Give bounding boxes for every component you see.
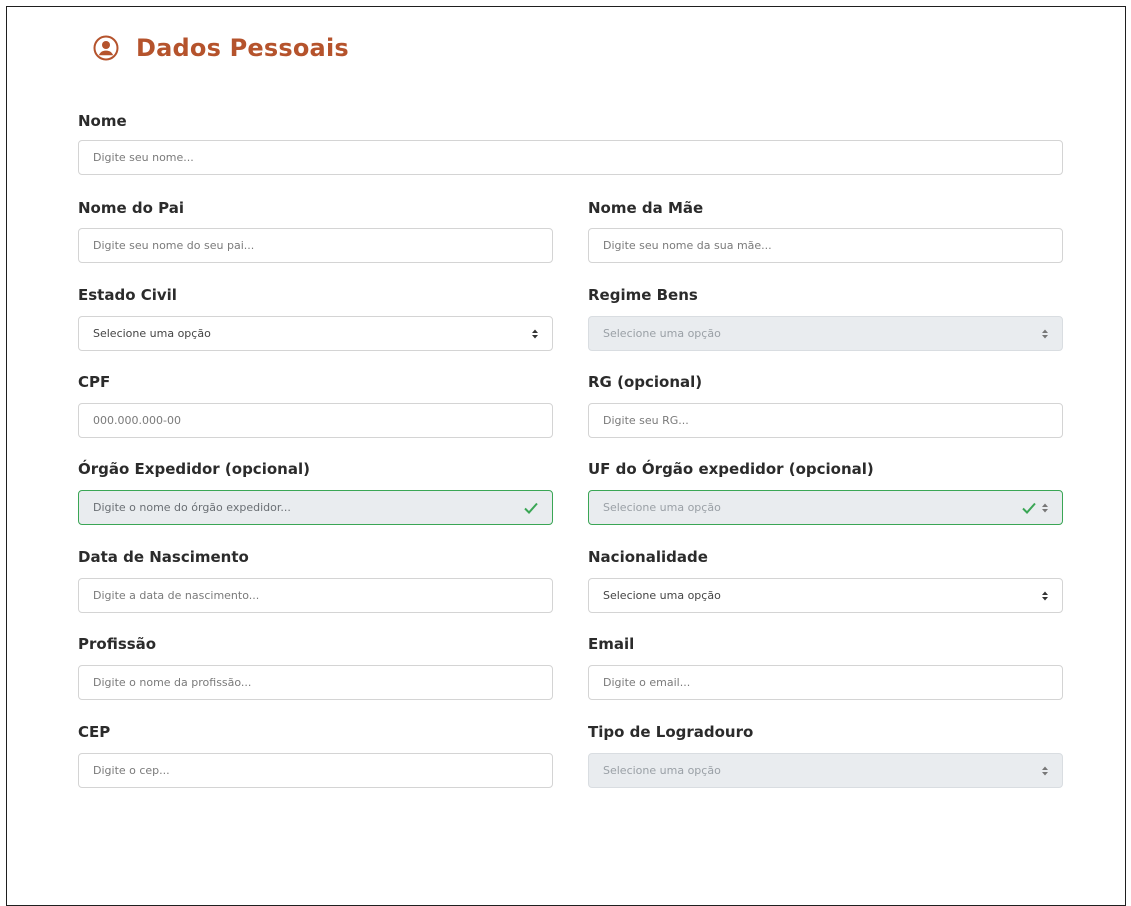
cpf-label: CPF xyxy=(78,373,111,391)
email-input[interactable]: Digite o email... xyxy=(588,665,1063,700)
cep-placeholder: Digite o cep... xyxy=(93,764,170,777)
uf-orgao-select[interactable]: Selecione uma opção xyxy=(588,490,1063,525)
nome-pai-placeholder: Digite seu nome do seu pai... xyxy=(93,239,255,252)
tipo-logradouro-label: Tipo de Logradouro xyxy=(588,723,754,741)
select-caret-icon xyxy=(532,329,538,339)
nome-label: Nome xyxy=(78,112,127,130)
rg-input[interactable]: Digite seu RG... xyxy=(588,403,1063,438)
cep-input[interactable]: Digite o cep... xyxy=(78,753,553,788)
nome-mae-label: Nome da Mãe xyxy=(588,199,704,217)
profissao-placeholder: Digite o nome da profissão... xyxy=(93,676,252,689)
regime-bens-select: Selecione uma opção xyxy=(588,316,1063,351)
nome-mae-placeholder: Digite seu nome da sua mãe... xyxy=(603,239,772,252)
rg-label: RG (opcional) xyxy=(588,373,703,391)
profissao-label: Profissão xyxy=(78,635,157,653)
select-caret-icon xyxy=(1042,329,1048,339)
nome-placeholder: Digite seu nome... xyxy=(93,151,194,164)
select-caret-icon xyxy=(1042,591,1048,601)
data-nascimento-label: Data de Nascimento xyxy=(78,548,249,566)
orgao-expedidor-label: Órgão Expedidor (opcional) xyxy=(78,460,310,478)
profissao-input[interactable]: Digite o nome da profissão... xyxy=(78,665,553,700)
data-nascimento-input[interactable]: Digite a data de nascimento... xyxy=(78,578,553,613)
uf-orgao-value: Selecione uma opção xyxy=(603,501,721,514)
data-nascimento-placeholder: Digite a data de nascimento... xyxy=(93,589,260,602)
cpf-placeholder: 000.000.000-00 xyxy=(93,414,181,427)
estado-civil-label: Estado Civil xyxy=(78,286,177,304)
regime-bens-value: Selecione uma opção xyxy=(603,327,721,340)
orgao-expedidor-placeholder: Digite o nome do órgão expedidor... xyxy=(93,501,291,514)
rg-placeholder: Digite seu RG... xyxy=(603,414,689,427)
uf-orgao-label: UF do Órgão expedidor (opcional) xyxy=(588,460,874,478)
page-title: Dados Pessoais xyxy=(136,34,349,62)
email-placeholder: Digite o email... xyxy=(603,676,691,689)
select-caret-icon xyxy=(1042,766,1048,776)
nacionalidade-value: Selecione uma opção xyxy=(603,589,721,602)
cep-label: CEP xyxy=(78,723,111,741)
tipo-logradouro-select: Selecione uma opção xyxy=(588,753,1063,788)
section-header: Dados Pessoais xyxy=(93,34,349,62)
nome-pai-label: Nome do Pai xyxy=(78,199,185,217)
tipo-logradouro-value: Selecione uma opção xyxy=(603,764,721,777)
regime-bens-label: Regime Bens xyxy=(588,286,698,304)
user-circle-icon xyxy=(93,35,119,61)
orgao-expedidor-input[interactable]: Digite o nome do órgão expedidor... xyxy=(78,490,553,525)
nacionalidade-label: Nacionalidade xyxy=(588,548,708,566)
nacionalidade-select[interactable]: Selecione uma opção xyxy=(588,578,1063,613)
email-label: Email xyxy=(588,635,635,653)
estado-civil-select[interactable]: Selecione uma opção xyxy=(78,316,553,351)
cpf-input[interactable]: 000.000.000-00 xyxy=(78,403,553,438)
valid-check-icon xyxy=(1022,502,1036,514)
estado-civil-value: Selecione uma opção xyxy=(93,327,211,340)
nome-mae-input[interactable]: Digite seu nome da sua mãe... xyxy=(588,228,1063,263)
nome-input[interactable]: Digite seu nome... xyxy=(78,140,1063,175)
nome-pai-input[interactable]: Digite seu nome do seu pai... xyxy=(78,228,553,263)
valid-check-icon xyxy=(524,502,538,514)
select-caret-icon xyxy=(1042,503,1048,513)
